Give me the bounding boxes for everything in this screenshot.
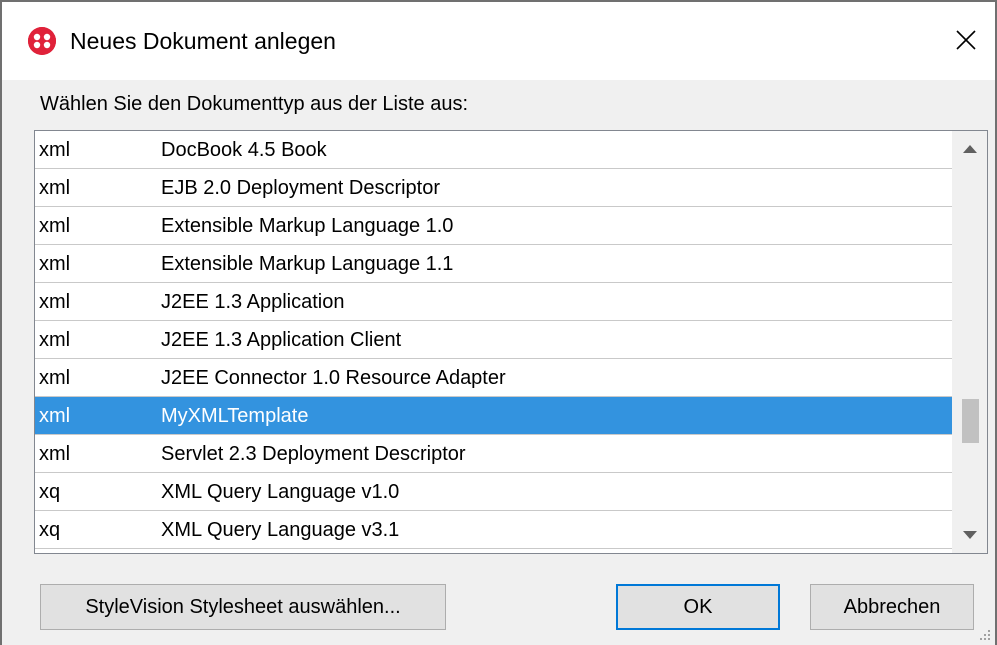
list-item-name: Servlet 2.3 Deployment Descriptor <box>161 443 466 465</box>
dialog-title: Neues Dokument anlegen <box>70 28 336 54</box>
vertical-scrollbar[interactable] <box>952 131 987 553</box>
list-item-ext: xml <box>39 443 71 465</box>
list-item-ext: xml <box>39 139 71 161</box>
scroll-up-arrow-icon <box>963 145 977 153</box>
close-button[interactable] <box>937 12 995 68</box>
new-document-dialog: Neues Dokument anlegen Wählen Sie den Do… <box>0 0 997 645</box>
list-item-ext: xml <box>39 177 71 199</box>
scroll-down-button[interactable] <box>953 517 987 553</box>
list-item[interactable]: xml Extensible Markup Language 1.0 <box>35 207 955 245</box>
list-item-name: J2EE 1.3 Application <box>161 291 345 313</box>
document-type-list[interactable]: xml DocBook 4.5 Book xml EJB 2.0 Deploym… <box>34 130 988 554</box>
list-item[interactable]: xml J2EE Connector 1.0 Resource Adapter <box>35 359 955 397</box>
list-item-name: EJB 2.0 Deployment Descriptor <box>161 177 441 199</box>
document-type-prompt: Wählen Sie den Dokumenttyp aus der Liste… <box>40 93 469 115</box>
list-item-ext: xq <box>39 519 61 541</box>
list-item-selected[interactable]: xml MyXMLTemplate <box>35 397 955 435</box>
list-item-name: J2EE 1.3 Application Client <box>161 329 402 351</box>
list-rows: xml DocBook 4.5 Book xml EJB 2.0 Deploym… <box>35 131 955 549</box>
list-item[interactable]: xml J2EE 1.3 Application Client <box>35 321 955 359</box>
list-item-name: Extensible Markup Language 1.1 <box>161 253 454 275</box>
list-item[interactable]: xml Extensible Markup Language 1.1 <box>35 245 955 283</box>
list-item[interactable]: xml DocBook 4.5 Book <box>35 131 955 169</box>
resize-grip-icon[interactable] <box>977 627 991 641</box>
list-item-name: MyXMLTemplate <box>161 405 309 427</box>
scroll-thumb[interactable] <box>962 399 979 443</box>
list-item-ext: xml <box>39 253 71 275</box>
scroll-down-arrow-icon <box>963 531 977 539</box>
cancel-button[interactable]: Abbrechen <box>810 584 974 630</box>
list-item-ext: xml <box>39 291 71 313</box>
list-item-name: Extensible Markup Language 1.0 <box>161 215 454 237</box>
list-item[interactable]: xq XML Query Language v1.0 <box>35 473 955 511</box>
list-item[interactable]: xml J2EE 1.3 Application <box>35 283 955 321</box>
list-item-ext: xml <box>39 405 71 427</box>
list-item[interactable]: xq XML Query Language v3.1 <box>35 511 955 549</box>
select-stylevision-stylesheet-button[interactable]: StyleVision Stylesheet auswählen... <box>40 584 446 630</box>
list-item-ext: xml <box>39 215 71 237</box>
list-item-name: J2EE Connector 1.0 Resource Adapter <box>161 367 506 389</box>
title-bar: Neues Dokument anlegen <box>2 2 995 80</box>
ok-button[interactable]: OK <box>616 584 780 630</box>
list-item[interactable]: xml EJB 2.0 Deployment Descriptor <box>35 169 955 207</box>
list-item-name: DocBook 4.5 Book <box>161 139 327 161</box>
list-item-ext: xq <box>39 481 61 503</box>
app-icon <box>28 27 56 55</box>
scroll-up-button[interactable] <box>953 131 987 167</box>
list-item[interactable]: xml Servlet 2.3 Deployment Descriptor <box>35 435 955 473</box>
list-item-name: XML Query Language v1.0 <box>161 481 400 503</box>
list-item-name: XML Query Language v3.1 <box>161 519 400 541</box>
list-item-ext: xml <box>39 329 71 351</box>
close-icon <box>956 30 976 50</box>
list-item-ext: xml <box>39 367 71 389</box>
